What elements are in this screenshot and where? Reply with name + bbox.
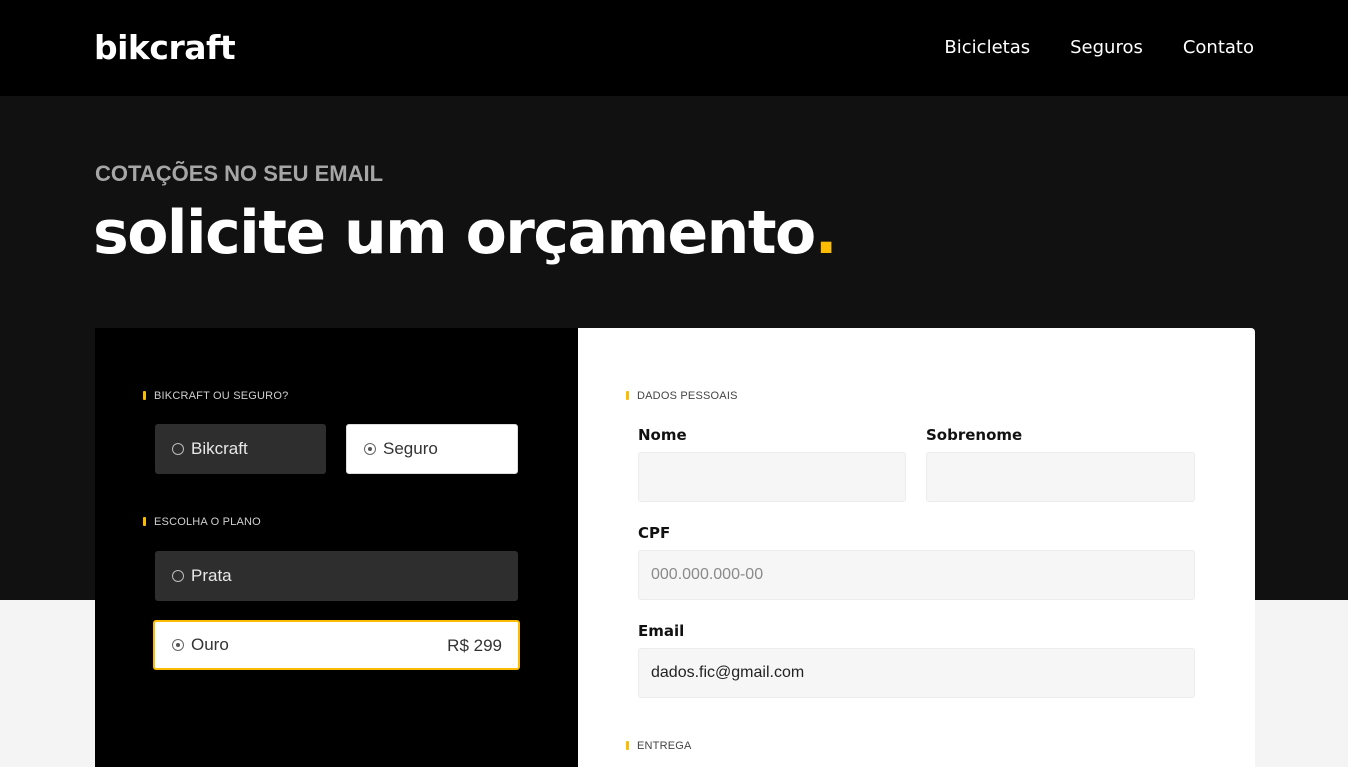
nav-link-seguros[interactable]: Seguros [1070,35,1143,61]
option-seguro[interactable]: Seguro [346,424,518,474]
sobrenome-label: Sobrenome [926,426,1023,444]
personal-data-panel: DADOS PESSOAIS Nome Sobrenome CPF Email … [578,328,1255,767]
nome-input[interactable] [638,452,906,502]
email-input[interactable] [638,648,1195,698]
radio-checked-icon [172,639,184,651]
plan-option-ouro-label: Ouro [191,635,229,654]
product-type-heading: BIKCRAFT OU SEGURO? [143,389,288,403]
product-selection-panel: BIKCRAFT OU SEGURO? Bikcraft Seguro ESCO… [95,328,578,767]
plan-option-prata[interactable]: Prata [155,551,518,601]
nome-label: Nome [638,426,687,444]
email-label: Email [638,622,685,640]
radio-checked-icon [364,443,376,455]
option-bikcraft-label: Bikcraft [191,439,248,458]
sobrenome-input[interactable] [926,452,1195,502]
main-nav: Bicicletas Seguros Contato [944,35,1254,61]
delivery-heading: ENTREGA [626,739,692,753]
page-title-text: solicite um orçamento [93,198,816,268]
radio-unchecked-icon [172,570,184,582]
cpf-input[interactable] [638,550,1195,600]
plan-option-prata-label: Prata [191,566,232,585]
title-accent-dot: . [814,198,838,268]
option-seguro-label: Seguro [383,439,438,458]
nav-link-contato[interactable]: Contato [1183,35,1254,61]
nav-link-bicicletas[interactable]: Bicicletas [944,35,1030,61]
plan-price: R$ 299 [447,636,502,655]
plan-heading: ESCOLHA O PLANO [143,515,261,529]
option-bikcraft[interactable]: Bikcraft [155,424,326,474]
page-title: solicite um orçamento. [93,196,838,270]
site-header: bikcraft Bicicletas Seguros Contato [0,0,1348,96]
radio-unchecked-icon [172,443,184,455]
plan-option-ouro[interactable]: Ouro R$ 299 [153,620,520,670]
cpf-label: CPF [638,524,671,542]
logo[interactable]: bikcraft [94,28,236,68]
hero-eyebrow: COTAÇÕES NO SEU EMAIL [95,161,384,186]
personal-data-heading: DADOS PESSOAIS [626,389,738,403]
